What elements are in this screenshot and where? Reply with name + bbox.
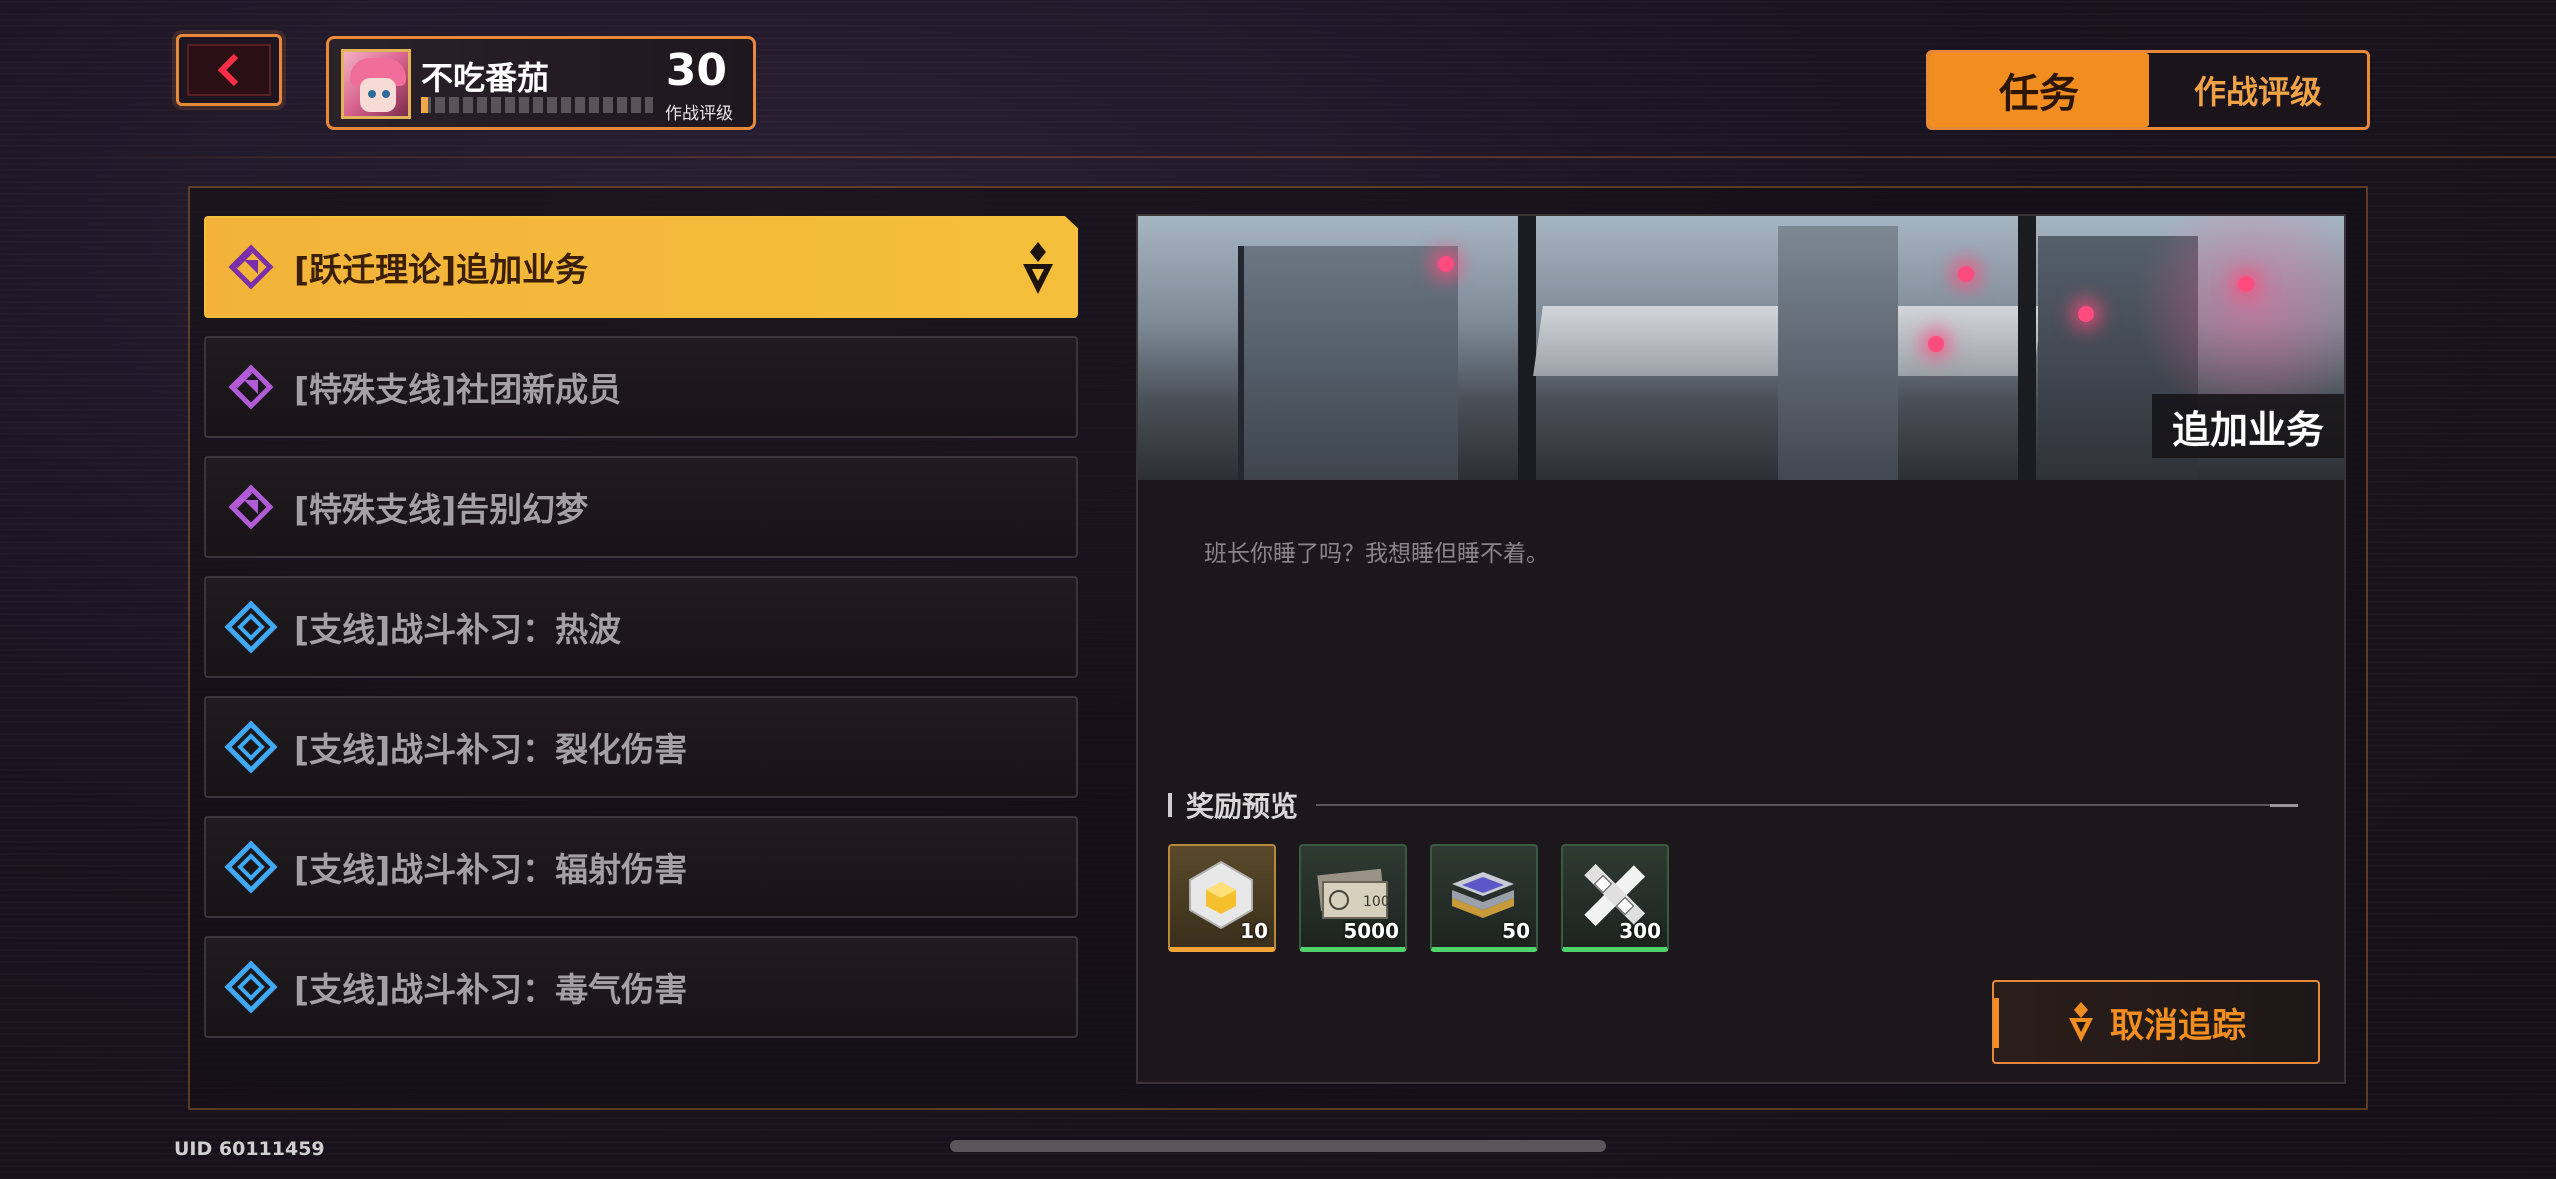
special-quest-emblem-icon xyxy=(222,238,280,296)
untrack-label: 取消追踪 xyxy=(2110,1005,2246,1046)
mission-label: [支线]战斗补习：毒气伤害 xyxy=(294,970,688,1009)
reward-item[interactable]: 300 xyxy=(1561,844,1669,952)
mission-item[interactable]: [特殊支线]社团新成员 xyxy=(204,336,1078,438)
special-quest-emblem-icon xyxy=(222,478,280,536)
reward-divider xyxy=(1316,804,2270,806)
mission-item[interactable]: [支线]战斗补习：毒气伤害 xyxy=(204,936,1078,1038)
untrack-accent xyxy=(1994,998,1999,1048)
side-quest-diamond-icon xyxy=(222,718,280,776)
reward-item[interactable]: 100 5000 xyxy=(1299,844,1407,952)
side-quest-diamond-icon xyxy=(222,958,280,1016)
tab-combat-rating[interactable]: 作战评级 xyxy=(2149,53,2367,127)
mission-description: 班长你睡了吗？我想睡但睡不着。 xyxy=(1204,541,1549,567)
side-quest-diamond-icon xyxy=(222,838,280,896)
mission-detail-panel: 追加业务 班长你睡了吗？我想睡但睡不着。 奖励预览 10 100 5000 50… xyxy=(1136,214,2346,1084)
rank-progress-bar xyxy=(421,97,653,113)
reward-count: 50 xyxy=(1502,919,1530,943)
mission-label: [支线]战斗补习：裂化伤害 xyxy=(294,730,688,769)
reward-count: 10 xyxy=(1240,919,1268,943)
side-quest-diamond-icon xyxy=(222,598,280,656)
mission-label: [跃迁理论]追加业务 xyxy=(294,250,589,289)
mission-item[interactable]: [支线]战斗补习：辐射伤害 xyxy=(204,816,1078,918)
top-tabs: 任务 作战评级 xyxy=(1926,50,2370,130)
mission-item[interactable]: [支线]战斗补习：裂化伤害 xyxy=(204,696,1078,798)
rank-label: 作战评级 xyxy=(665,104,733,124)
tab-missions[interactable]: 任务 xyxy=(1929,53,2149,127)
mission-item[interactable]: [特殊支线]告别幻梦 xyxy=(204,456,1078,558)
mission-banner-image: 追加业务 xyxy=(1138,216,2344,480)
mission-label: [特殊支线]告别幻梦 xyxy=(294,490,589,529)
avatar xyxy=(341,49,411,119)
chevron-left-icon xyxy=(217,53,239,87)
untrack-button[interactable]: 取消追踪 xyxy=(1992,980,2320,1064)
player-level: 30 xyxy=(665,45,727,96)
banner-title: 追加业务 xyxy=(2151,394,2344,458)
player-profile[interactable]: 不吃番茄 30 作战评级 xyxy=(326,36,756,130)
back-button[interactable] xyxy=(176,34,282,106)
back-button-inner xyxy=(187,44,271,96)
reward-count: 300 xyxy=(1619,919,1661,943)
header-divider xyxy=(0,156,2556,158)
mission-label: [支线]战斗补习：辐射伤害 xyxy=(294,850,688,889)
special-quest-emblem-icon xyxy=(222,358,280,416)
reward-divider-end xyxy=(2270,803,2298,807)
reward-item[interactable]: 50 xyxy=(1430,844,1538,952)
reward-count: 5000 xyxy=(1343,919,1399,943)
mission-label: [支线]战斗补习：热波 xyxy=(294,610,622,649)
svg-text:100: 100 xyxy=(1363,894,1389,910)
user-uid: UID 60111459 xyxy=(174,1138,325,1160)
home-indicator[interactable] xyxy=(950,1140,1606,1152)
reward-item[interactable]: 10 xyxy=(1168,844,1276,952)
mission-item[interactable]: [支线]战斗补习：热波 xyxy=(204,576,1078,678)
reward-list: 10 100 5000 50 300 xyxy=(1168,844,1692,952)
player-name: 不吃番茄 xyxy=(421,59,550,97)
reward-header: 奖励预览 xyxy=(1168,788,2298,823)
tracking-marker-icon xyxy=(1020,240,1056,300)
mission-list: [跃迁理论]追加业务 [特殊支线]社团新成员 [特殊支线]告别幻梦 [支线]战斗补习：… xyxy=(204,216,1078,1056)
reward-header-marker xyxy=(1168,793,1172,817)
reward-title: 奖励预览 xyxy=(1186,790,1299,823)
track-marker-icon xyxy=(2069,1002,2093,1042)
mission-item[interactable]: [跃迁理论]追加业务 xyxy=(204,216,1078,318)
mission-label: [特殊支线]社团新成员 xyxy=(294,370,622,409)
